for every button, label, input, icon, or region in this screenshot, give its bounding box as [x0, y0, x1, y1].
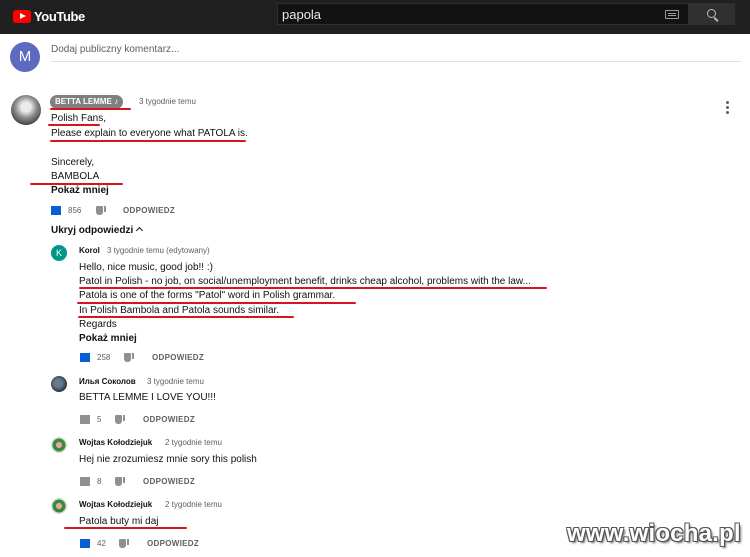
like-count: 856	[68, 206, 82, 215]
annotation-underline	[79, 287, 547, 289]
reply-author[interactable]: Wojtas Kołodziejuk	[79, 438, 152, 447]
reply-line: Regards	[79, 319, 117, 330]
reply-button[interactable]: ODPOWIEDZ	[143, 477, 195, 486]
reply-author[interactable]: Илья Соколов	[79, 377, 136, 386]
annotation-underline	[77, 302, 356, 304]
reply-author[interactable]: Wojtas Kołodziejuk	[79, 500, 152, 509]
keyboard-icon[interactable]	[665, 10, 679, 19]
annotation-underline	[30, 183, 123, 185]
reply-line: Patola is one of the forms "Patol" word …	[79, 290, 336, 301]
annotation-underline	[50, 140, 246, 142]
reply-line: Patol in Polish - no job, on social/unem…	[79, 276, 531, 287]
annotation-underline	[50, 108, 131, 110]
comment-line: Polish Fans,	[51, 113, 107, 124]
dislike-icon[interactable]	[115, 415, 125, 424]
top-bar: YouTube papola	[0, 0, 750, 34]
chevron-up-icon	[136, 226, 144, 235]
hide-replies-label: Ukryj odpowiedzi	[51, 225, 134, 236]
user-avatar[interactable]: M	[10, 42, 40, 72]
like-icon[interactable]	[80, 539, 90, 548]
avatar[interactable]	[51, 376, 67, 392]
like-icon[interactable]	[80, 353, 90, 362]
comment-input[interactable]: Dodaj publiczny komentarz...	[51, 44, 741, 62]
reply-line: Patola buty mi daj	[79, 516, 159, 527]
reply-time[interactable]: 2 tygodnie temu	[165, 438, 222, 447]
reply-author[interactable]: Korol	[79, 246, 100, 255]
annotation-underline	[64, 527, 187, 529]
channel-owner-badge[interactable]: BETTA LEMME ♪	[50, 95, 124, 109]
youtube-logo[interactable]: YouTube	[13, 9, 85, 24]
more-actions-icon[interactable]	[726, 101, 729, 114]
like-count: 42	[97, 539, 106, 548]
reply-button[interactable]: ODPOWIEDZ	[143, 415, 195, 424]
brand-name: YouTube	[34, 9, 85, 24]
show-less-button[interactable]: Pokaż mniej	[51, 185, 109, 196]
search-button[interactable]	[689, 3, 735, 25]
reply-button[interactable]: ODPOWIEDZ	[123, 206, 175, 215]
comment-time[interactable]: 3 tygodnie temu	[139, 97, 196, 106]
annotation-underline	[78, 316, 294, 318]
like-icon[interactable]	[80, 477, 90, 486]
like-count: 258	[97, 353, 111, 362]
comment-author: BETTA LEMME	[55, 97, 112, 106]
reply-time[interactable]: 3 tygodnie temu (edytowany)	[107, 246, 210, 255]
reply-line: Hej nie zrozumiesz mnie sory this polish	[79, 454, 257, 465]
show-less-button[interactable]: Pokaż mniej	[79, 333, 137, 344]
reply-button[interactable]: ODPOWIEDZ	[147, 539, 199, 548]
like-icon[interactable]	[51, 206, 61, 215]
reply-line: BETTA LEMME I LOVE YOU!!!	[79, 392, 216, 403]
annotation-underline	[48, 124, 100, 126]
like-count: 5	[97, 415, 102, 424]
reply-line: In Polish Bambola and Patola sounds simi…	[79, 305, 280, 316]
reply-line: Hello, nice music, good job!! :)	[79, 262, 213, 273]
like-icon[interactable]	[80, 415, 90, 424]
comment-line: Sincerely,	[51, 157, 95, 168]
avatar[interactable]	[51, 498, 67, 514]
comment-line: Please explain to everyone what PATOLA i…	[51, 128, 248, 139]
reply-time[interactable]: 3 tygodnie temu	[147, 377, 204, 386]
hide-replies-button[interactable]: Ukryj odpowiedzi	[51, 225, 144, 236]
search-icon	[707, 9, 716, 18]
watermark: www.wiocha.pl	[567, 520, 741, 547]
avatar[interactable]	[11, 95, 41, 125]
dislike-icon[interactable]	[96, 206, 106, 215]
avatar[interactable]	[51, 437, 67, 453]
dislike-icon[interactable]	[119, 539, 129, 548]
reply-button[interactable]: ODPOWIEDZ	[152, 353, 204, 362]
dislike-icon[interactable]	[124, 353, 134, 362]
search-query: papola	[282, 7, 322, 22]
search-input[interactable]: papola	[277, 3, 689, 25]
like-count: 8	[97, 477, 102, 486]
music-note-icon: ♪	[114, 97, 119, 106]
comment-line: BAMBOLA	[51, 171, 100, 182]
youtube-play-icon	[13, 10, 31, 23]
dislike-icon[interactable]	[115, 477, 125, 486]
reply-time[interactable]: 2 tygodnie temu	[165, 500, 222, 509]
avatar[interactable]: K	[51, 245, 67, 261]
